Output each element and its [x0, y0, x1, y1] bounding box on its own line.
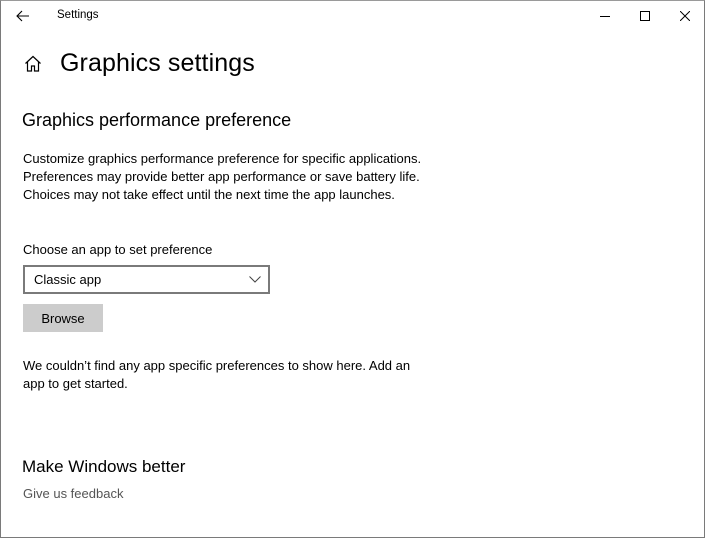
title-bar: Settings	[1, 1, 704, 31]
browse-button[interactable]: Browse	[23, 304, 103, 332]
settings-window: Settings Graphics settings Graphics perf…	[0, 0, 705, 538]
app-type-selected-value: Classic app	[34, 272, 102, 287]
section-title-graphics-preference: Graphics performance preference	[22, 110, 292, 130]
minimize-icon	[600, 16, 610, 17]
maximize-button[interactable]	[625, 1, 665, 31]
back-button[interactable]	[9, 4, 37, 28]
section-title-make-windows-better: Make Windows better	[22, 457, 186, 476]
choose-app-label: Choose an app to set preference	[23, 242, 213, 257]
empty-preferences-message: We couldn’t find any app specific prefer…	[23, 358, 411, 391]
close-icon	[680, 11, 690, 21]
back-arrow-icon	[16, 10, 29, 22]
page-title: Graphics settings	[60, 49, 255, 77]
chevron-down-icon	[249, 276, 261, 283]
app-type-dropdown[interactable]: Classic app	[23, 265, 270, 294]
maximize-icon	[640, 11, 650, 21]
page-header: Graphics settings	[23, 49, 255, 78]
graphics-preference-description: Customize graphics performance preferenc…	[23, 151, 422, 202]
home-icon[interactable]	[23, 54, 43, 74]
close-button[interactable]	[665, 1, 705, 31]
give-feedback-link[interactable]: Give us feedback	[23, 486, 123, 501]
minimize-button[interactable]	[585, 1, 625, 31]
window-title: Settings	[57, 9, 99, 21]
